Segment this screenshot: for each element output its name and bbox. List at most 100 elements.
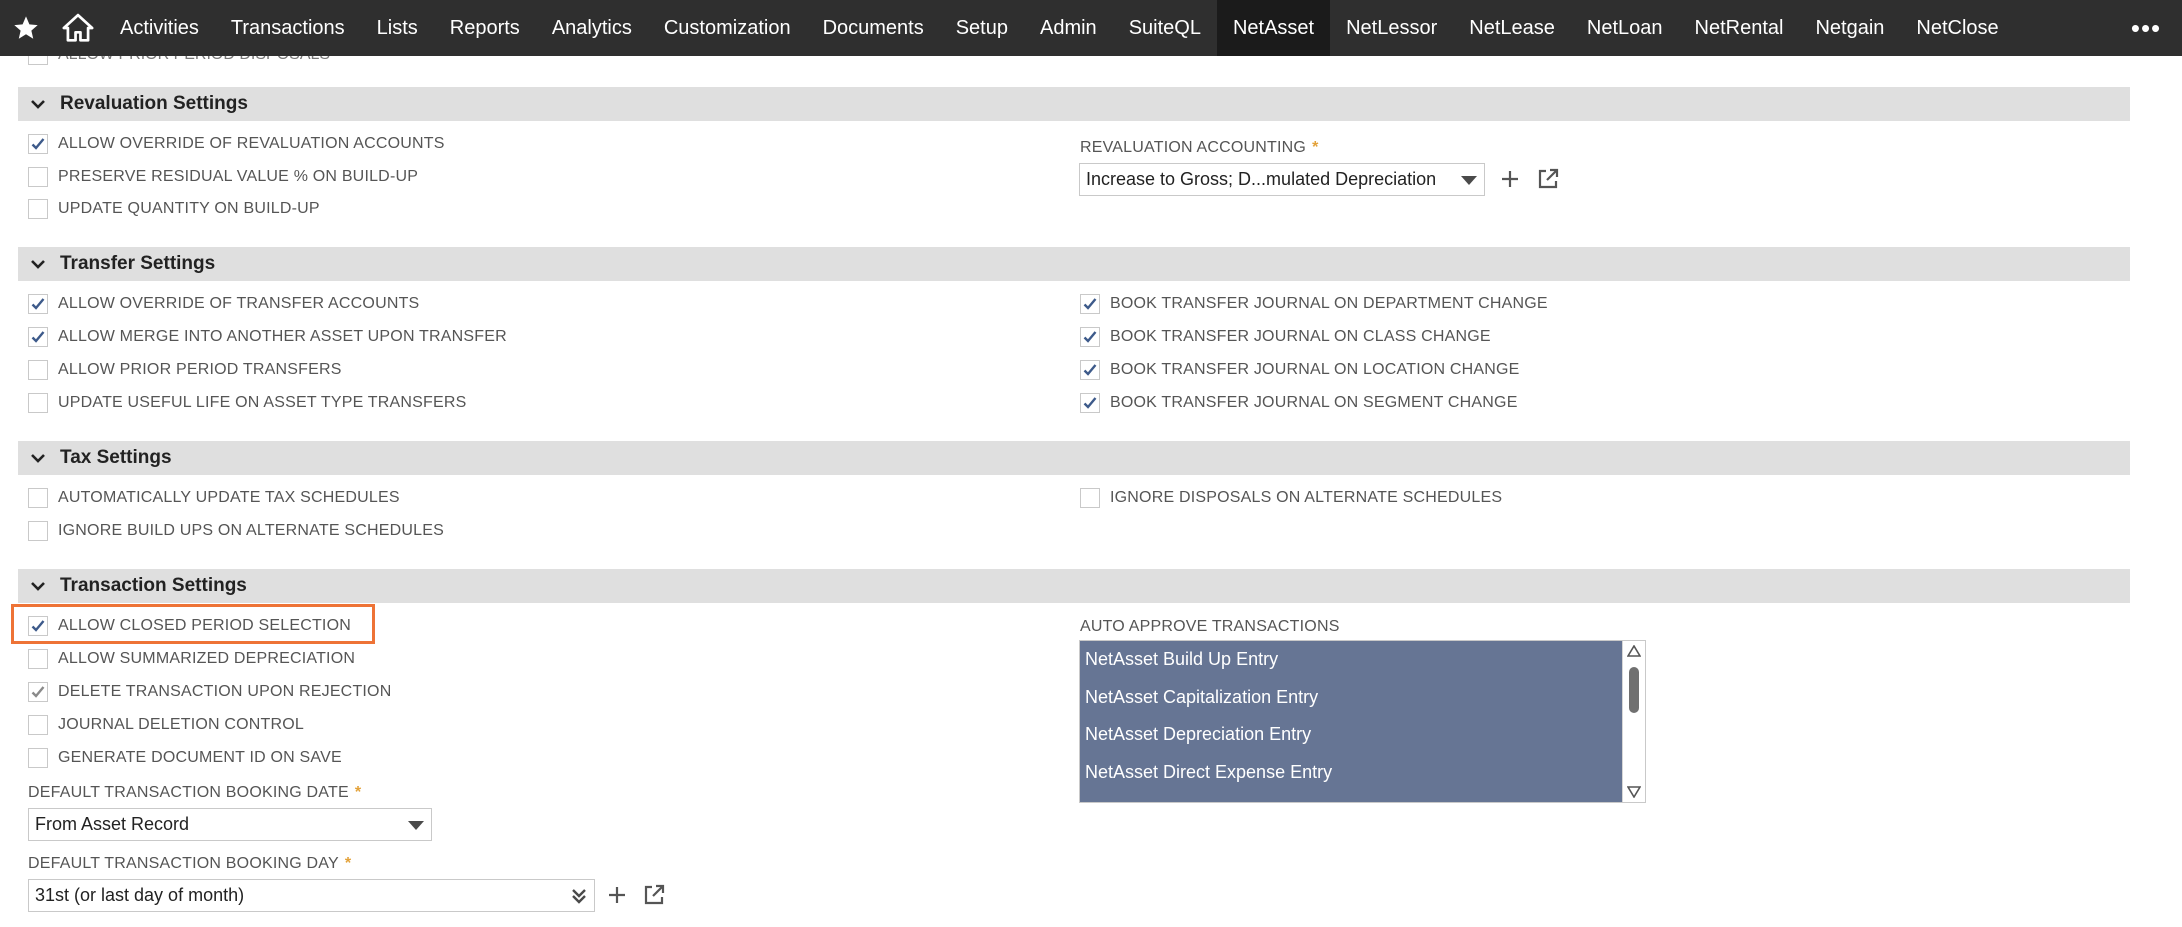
open-external-icon[interactable] xyxy=(1535,166,1561,192)
checkbox[interactable] xyxy=(28,521,48,541)
checkbox-checked[interactable] xyxy=(28,327,48,347)
checkbox-label: BOOK TRANSFER JOURNAL ON LOCATION CHANGE xyxy=(1110,361,1520,378)
checkbox[interactable] xyxy=(28,715,48,735)
checkbox-ignore-build-ups[interactable]: IGNORE BUILD UPS ON ALTERNATE SCHEDULES xyxy=(28,521,444,541)
checkbox-allow-merge-asset[interactable]: ALLOW MERGE INTO ANOTHER ASSET UPON TRAN… xyxy=(28,327,507,347)
checkbox-checked[interactable] xyxy=(1080,327,1100,347)
scrollbar-thumb[interactable] xyxy=(1629,667,1639,713)
nav-item-netrental[interactable]: NetRental xyxy=(1679,0,1800,56)
revaluation-accounting-select[interactable]: Increase to Gross; D...mulated Depreciat… xyxy=(1079,163,1485,196)
checkbox-label: ALLOW OVERRIDE OF TRANSFER ACCOUNTS xyxy=(58,295,420,312)
checkbox-allow-override-revaluation-accounts[interactable]: ALLOW OVERRIDE OF REVALUATION ACCOUNTS xyxy=(28,134,445,154)
nav-item-suiteql[interactable]: SuiteQL xyxy=(1113,0,1217,56)
nav-item-netasset[interactable]: NetAsset xyxy=(1216,0,1331,56)
revaluation-accounting-label: REVALUATION ACCOUNTING * xyxy=(1080,139,1319,157)
checkbox-update-useful-life[interactable]: UPDATE USEFUL LIFE ON ASSET TYPE TRANSFE… xyxy=(28,393,467,413)
checkbox-checked[interactable] xyxy=(28,682,48,702)
required-marker: * xyxy=(354,784,362,801)
checkbox[interactable] xyxy=(1080,488,1100,508)
checkbox-update-quantity-build-up[interactable]: UPDATE QUANTITY ON BUILD-UP xyxy=(28,199,320,219)
nav-item-netclose[interactable]: NetClose xyxy=(1900,0,2014,56)
auto-approve-label: AUTO APPROVE TRANSACTIONS xyxy=(1080,618,1340,635)
checkbox[interactable] xyxy=(28,199,48,219)
checkbox-book-transfer-class[interactable]: BOOK TRANSFER JOURNAL ON CLASS CHANGE xyxy=(1080,327,1491,347)
section-title: Tax Settings xyxy=(60,447,172,468)
multiselect-option[interactable]: NetAsset Build Up Entry xyxy=(1080,641,1621,679)
nav-item-netloan[interactable]: NetLoan xyxy=(1571,0,1679,56)
nav-item-transactions[interactable]: Transactions xyxy=(215,0,361,56)
nav-item-netgain[interactable]: Netgain xyxy=(1799,0,1900,56)
section-header-transaction[interactable]: Transaction Settings xyxy=(18,569,2130,603)
select-value: Increase to Gross; D...mulated Depreciat… xyxy=(1086,169,1437,189)
nav-item-admin[interactable]: Admin xyxy=(1024,0,1113,56)
checkbox-label: GENERATE DOCUMENT ID ON SAVE xyxy=(58,749,342,766)
checkbox-auto-update-tax-schedules[interactable]: AUTOMATICALLY UPDATE TAX SCHEDULES xyxy=(28,488,400,508)
nav-item-lists[interactable]: Lists xyxy=(361,0,434,56)
nav-item-netlessor[interactable]: NetLessor xyxy=(1330,0,1453,56)
chevron-down-icon xyxy=(31,100,45,109)
section-header-transfer[interactable]: Transfer Settings xyxy=(18,247,2130,281)
nav-item-analytics[interactable]: Analytics xyxy=(536,0,648,56)
section-header-revaluation[interactable]: Revaluation Settings xyxy=(18,87,2130,121)
checkbox-generate-document-id[interactable]: GENERATE DOCUMENT ID ON SAVE xyxy=(28,748,342,768)
scrollbar[interactable] xyxy=(1622,641,1645,802)
booking-day-select[interactable]: 31st (or last day of month) xyxy=(28,879,595,912)
checkbox[interactable] xyxy=(28,360,48,380)
checkbox-checked[interactable] xyxy=(28,294,48,314)
nav-item-netlease[interactable]: NetLease xyxy=(1453,0,1571,56)
multiselect-option[interactable]: NetAsset Capitalization Entry xyxy=(1080,679,1621,717)
checkbox-checked[interactable] xyxy=(28,616,48,636)
checkmark-icon xyxy=(31,686,45,698)
auto-approve-multiselect[interactable]: NetAsset Build Up Entry NetAsset Capital… xyxy=(1079,640,1646,803)
multiselect-options: NetAsset Build Up Entry NetAsset Capital… xyxy=(1080,641,1621,802)
multiselect-option[interactable]: NetAsset Direct Expense Entry xyxy=(1080,754,1621,792)
section-title: Transfer Settings xyxy=(60,253,216,274)
home-icon[interactable] xyxy=(52,0,104,56)
checkbox-allow-summarized-depreciation[interactable]: ALLOW SUMMARIZED DEPRECIATION xyxy=(28,649,355,669)
nav-item-customization[interactable]: Customization xyxy=(648,0,807,56)
checkbox-book-transfer-department[interactable]: BOOK TRANSFER JOURNAL ON DEPARTMENT CHAN… xyxy=(1080,294,1548,314)
checkbox-label: ALLOW SUMMARIZED DEPRECIATION xyxy=(58,650,356,667)
nav-item-activities[interactable]: Activities xyxy=(104,0,215,56)
checkbox[interactable] xyxy=(28,748,48,768)
more-menu-icon[interactable]: ••• xyxy=(2120,0,2172,56)
checkbox-checked[interactable] xyxy=(1080,360,1100,380)
scroll-up-arrow-icon[interactable] xyxy=(1627,645,1641,657)
scroll-down-arrow-icon[interactable] xyxy=(1627,786,1641,798)
checkbox-ignore-disposals[interactable]: IGNORE DISPOSALS ON ALTERNATE SCHEDULES xyxy=(1080,488,1502,508)
checkbox[interactable] xyxy=(28,393,48,413)
nav-item-reports[interactable]: Reports xyxy=(434,0,536,56)
select-value: From Asset Record xyxy=(35,814,190,834)
favorites-star-icon[interactable] xyxy=(0,0,52,56)
checkbox-checked[interactable] xyxy=(1080,393,1100,413)
checkbox-journal-deletion-control[interactable]: JOURNAL DELETION CONTROL xyxy=(28,715,304,735)
checkbox-book-transfer-segment[interactable]: BOOK TRANSFER JOURNAL ON SEGMENT CHANGE xyxy=(1080,393,1518,413)
checkbox-allow-prior-period-disposals[interactable]: ALLOW PRIOR PERIOD DISPOSALS xyxy=(28,56,330,68)
multiselect-option[interactable]: NetAsset Depreciation Entry xyxy=(1080,716,1621,754)
nav-item-documents[interactable]: Documents xyxy=(807,0,940,56)
checkbox-checked[interactable] xyxy=(1080,294,1100,314)
checkbox-allow-closed-period-selection[interactable]: ALLOW CLOSED PERIOD SELECTION xyxy=(28,616,351,636)
add-icon[interactable] xyxy=(604,882,630,908)
add-icon[interactable] xyxy=(1497,166,1523,192)
dropdown-arrow-icon xyxy=(408,820,424,830)
checkbox[interactable] xyxy=(28,649,48,669)
checkbox[interactable] xyxy=(28,167,48,187)
checkbox-label: BOOK TRANSFER JOURNAL ON DEPARTMENT CHAN… xyxy=(1110,295,1548,312)
nav-menu: Activities Transactions Lists Reports An… xyxy=(104,0,2015,56)
checkbox[interactable] xyxy=(28,488,48,508)
checkbox-label: IGNORE DISPOSALS ON ALTERNATE SCHEDULES xyxy=(1110,489,1503,506)
booking-date-label: DEFAULT TRANSACTION BOOKING DATE * xyxy=(28,784,361,802)
checkbox-allow-prior-period-transfers[interactable]: ALLOW PRIOR PERIOD TRANSFERS xyxy=(28,360,342,380)
checkbox-delete-transaction-upon-rejection[interactable]: DELETE TRANSACTION UPON REJECTION xyxy=(28,682,391,702)
checkbox-book-transfer-location[interactable]: BOOK TRANSFER JOURNAL ON LOCATION CHANGE xyxy=(1080,360,1520,380)
checkbox-checked[interactable] xyxy=(28,134,48,154)
nav-item-setup[interactable]: Setup xyxy=(940,0,1024,56)
chevron-down-icon xyxy=(31,260,45,269)
checkbox[interactable] xyxy=(28,56,48,65)
open-external-icon[interactable] xyxy=(641,882,667,908)
checkbox-allow-override-transfer-accounts[interactable]: ALLOW OVERRIDE OF TRANSFER ACCOUNTS xyxy=(28,294,419,314)
checkbox-preserve-residual-value[interactable]: PRESERVE RESIDUAL VALUE % ON BUILD-UP xyxy=(28,167,418,187)
booking-date-select[interactable]: From Asset Record xyxy=(28,808,432,841)
section-header-tax[interactable]: Tax Settings xyxy=(18,441,2130,475)
